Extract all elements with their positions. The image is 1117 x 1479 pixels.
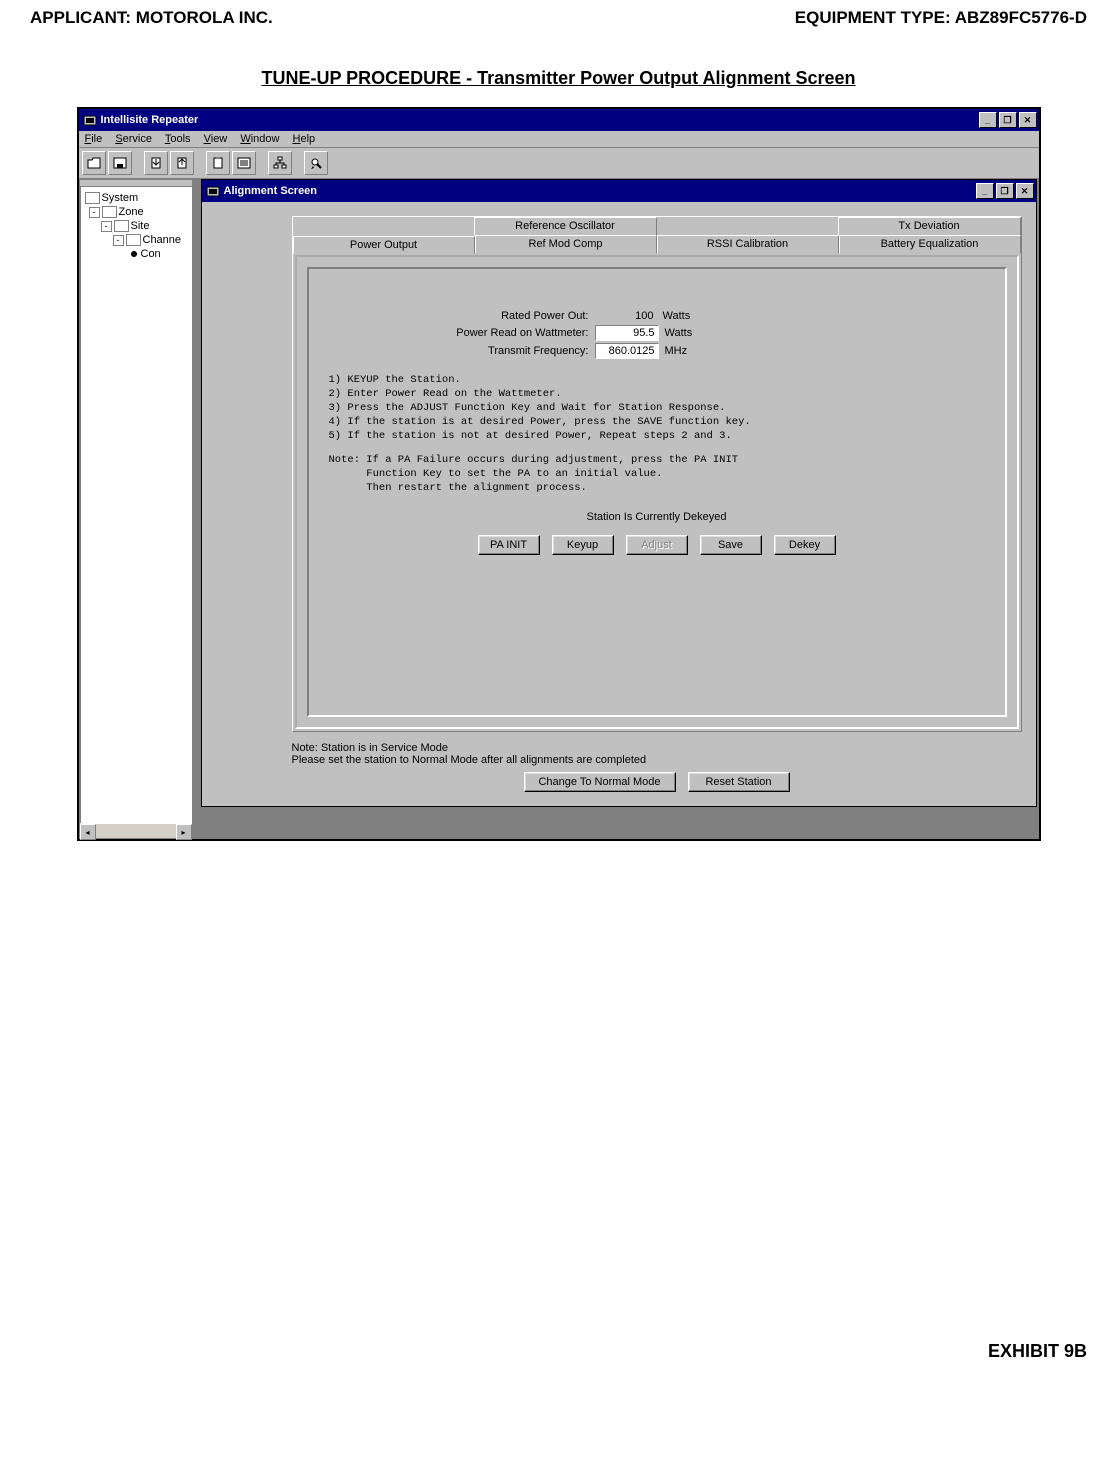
tree-site[interactable]: -Site <box>85 219 188 233</box>
instruction-line: 1) KEYUP the Station. <box>329 373 985 387</box>
power-read-input[interactable]: 95.5 <box>595 325 659 341</box>
tab-reference-oscillator[interactable]: Reference Oscillator <box>474 217 657 235</box>
instruction-line: 2) Enter Power Read on the Wattmeter. <box>329 387 985 401</box>
equipment-label: EQUIPMENT TYPE: ABZ89FC5776-D <box>795 8 1087 28</box>
tree-collapse-icon[interactable]: - <box>89 207 100 218</box>
menu-file[interactable]: File <box>85 133 103 145</box>
power-read-unit: Watts <box>665 327 693 339</box>
tabs-area: Reference Oscillator Tx Deviation Power … <box>292 216 1022 732</box>
rated-power-value: 100 <box>595 309 657 323</box>
menubar: File Service Tools View Window Help <box>79 131 1039 148</box>
tree-icon[interactable] <box>268 151 292 175</box>
page-title: TUNE-UP PROCEDURE - Transmitter Power Ou… <box>30 68 1087 89</box>
read-device-icon[interactable] <box>144 151 168 175</box>
tree-system[interactable]: System <box>85 191 188 205</box>
button-row: PA INIT Keyup Adjust Save Dekey <box>329 535 985 555</box>
mdi-area: Alignment Screen _ ❐ ✕ Reference Oscilla… <box>193 179 1039 839</box>
alignment-window: Alignment Screen _ ❐ ✕ Reference Oscilla… <box>201 179 1037 807</box>
keyup-button[interactable]: Keyup <box>552 535 614 555</box>
dekey-button[interactable]: Dekey <box>774 535 836 555</box>
change-normal-mode-button[interactable]: Change To Normal Mode <box>524 772 676 792</box>
tree-pane: System -Zone -Site -Channe Con ◂ ▸ <box>79 179 193 839</box>
minimize-button[interactable]: _ <box>979 112 997 128</box>
adjust-button: Adjust <box>626 535 688 555</box>
write-device-icon[interactable] <box>170 151 194 175</box>
tree-channel[interactable]: -Channe <box>85 233 188 247</box>
toolbar <box>79 148 1039 179</box>
reset-station-button[interactable]: Reset Station <box>688 772 790 792</box>
rated-power-unit: Watts <box>663 310 691 322</box>
maximize-button[interactable]: ❐ <box>999 112 1017 128</box>
instruction-note: Note: If a PA Failure occurs during adju… <box>329 453 985 467</box>
folder-icon <box>102 206 117 218</box>
menu-window[interactable]: Window <box>240 133 279 145</box>
app-window: Intellisite Repeater _ ❐ ✕ File Service … <box>77 107 1041 841</box>
child-window-icon <box>206 184 220 198</box>
menu-view[interactable]: View <box>204 133 228 145</box>
scroll-right-icon[interactable]: ▸ <box>176 824 192 840</box>
menu-tools[interactable]: Tools <box>165 133 191 145</box>
inner-panel: Rated Power Out: 100 Watts Power Read on… <box>307 267 1007 717</box>
page-footer: EXHIBIT 9B <box>30 1341 1087 1362</box>
clipboard-icon[interactable] <box>206 151 230 175</box>
menu-help[interactable]: Help <box>293 133 316 145</box>
save-button[interactable]: Save <box>700 535 762 555</box>
menu-service[interactable]: Service <box>115 133 152 145</box>
leaf-icon <box>131 251 137 257</box>
transmit-freq-unit: MHz <box>665 345 688 357</box>
list-icon[interactable] <box>232 151 256 175</box>
find-icon[interactable] <box>304 151 328 175</box>
transmit-freq-input[interactable]: 860.0125 <box>595 343 659 359</box>
scroll-track[interactable] <box>96 824 176 838</box>
scroll-left-icon[interactable]: ◂ <box>80 824 96 840</box>
instruction-note: Then restart the alignment process. <box>329 481 985 495</box>
instruction-line: 5) If the station is not at desired Powe… <box>329 429 985 443</box>
open-icon[interactable] <box>82 151 106 175</box>
applicant-label: APPLICANT: MOTOROLA INC. <box>30 8 273 28</box>
close-button[interactable]: ✕ <box>1019 112 1037 128</box>
horizontal-scrollbar[interactable]: ◂ ▸ <box>80 823 192 838</box>
save-icon[interactable] <box>108 151 132 175</box>
child-titlebar: Alignment Screen _ ❐ ✕ <box>202 180 1036 202</box>
rated-power-label: Rated Power Out: <box>329 310 595 322</box>
tree-collapse-icon[interactable]: - <box>101 221 112 232</box>
power-read-label: Power Read on Wattmeter: <box>329 327 595 339</box>
app-icon <box>83 113 97 127</box>
pa-init-button[interactable]: PA INIT <box>478 535 540 555</box>
folder-icon <box>114 220 129 232</box>
child-minimize-button[interactable]: _ <box>976 183 994 199</box>
instruction-line: 3) Press the ADJUST Function Key and Wai… <box>329 401 985 415</box>
tab-battery-equalization[interactable]: Battery Equalization <box>839 235 1021 253</box>
app-title: Intellisite Repeater <box>101 114 977 126</box>
footer-note-1: Note: Station is in Service Mode <box>292 742 1022 754</box>
footer-button-row: Change To Normal Mode Reset Station <box>292 772 1022 792</box>
titlebar: Intellisite Repeater _ ❐ ✕ <box>79 109 1039 131</box>
child-close-button[interactable]: ✕ <box>1016 183 1034 199</box>
tree-con[interactable]: Con <box>85 247 188 261</box>
folder-icon <box>85 192 100 204</box>
child-title: Alignment Screen <box>224 185 974 197</box>
tab-panel: Rated Power Out: 100 Watts Power Read on… <box>295 255 1019 729</box>
tree-body[interactable]: System -Zone -Site -Channe Con <box>80 186 192 823</box>
transmit-freq-label: Transmit Frequency: <box>329 345 595 357</box>
tab-rssi-calibration[interactable]: RSSI Calibration <box>657 235 839 253</box>
tab-power-output[interactable]: Power Output <box>293 236 475 254</box>
status-text: Station Is Currently Dekeyed <box>329 511 985 523</box>
child-maximize-button[interactable]: ❐ <box>996 183 1014 199</box>
instructions: 1) KEYUP the Station. 2) Enter Power Rea… <box>329 373 985 495</box>
instruction-line: 4) If the station is at desired Power, p… <box>329 415 985 429</box>
tree-collapse-icon[interactable]: - <box>113 235 124 246</box>
tab-tx-deviation[interactable]: Tx Deviation <box>838 217 1021 235</box>
instruction-note: Function Key to set the PA to an initial… <box>329 467 985 481</box>
tree-zone[interactable]: -Zone <box>85 205 188 219</box>
folder-icon <box>126 234 141 246</box>
footer-note-2: Please set the station to Normal Mode af… <box>292 754 1022 766</box>
tab-ref-mod-comp[interactable]: Ref Mod Comp <box>475 235 657 253</box>
